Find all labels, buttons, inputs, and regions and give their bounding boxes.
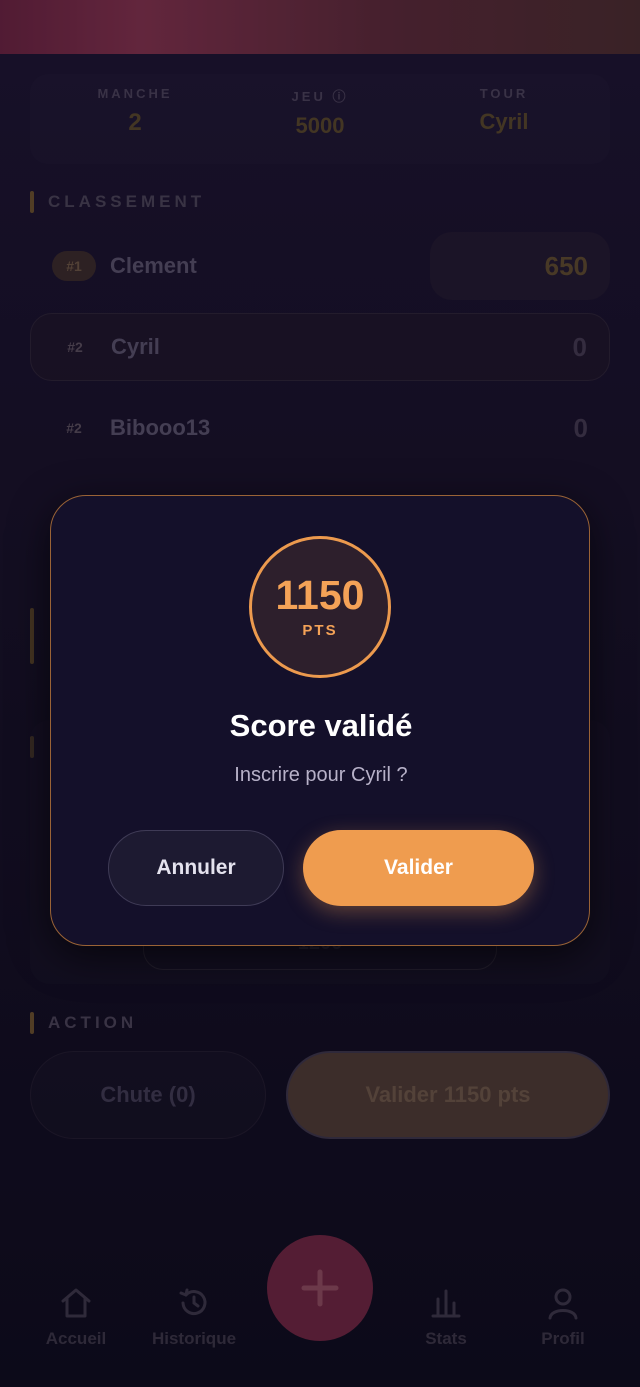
score-unit: PTS: [302, 622, 338, 639]
dialog-title: Score validé: [229, 708, 413, 743]
score-circle: 1150 PTS: [249, 536, 391, 678]
dialog-subtitle: Inscrire pour Cyril ?: [234, 764, 408, 786]
score-value: 1150: [275, 572, 365, 618]
confirm-button[interactable]: Valider: [303, 830, 534, 906]
cancel-button[interactable]: Annuler: [108, 830, 284, 906]
score-confirm-dialog: 1150 PTS Score validé Inscrire pour Cyri…: [50, 495, 590, 946]
